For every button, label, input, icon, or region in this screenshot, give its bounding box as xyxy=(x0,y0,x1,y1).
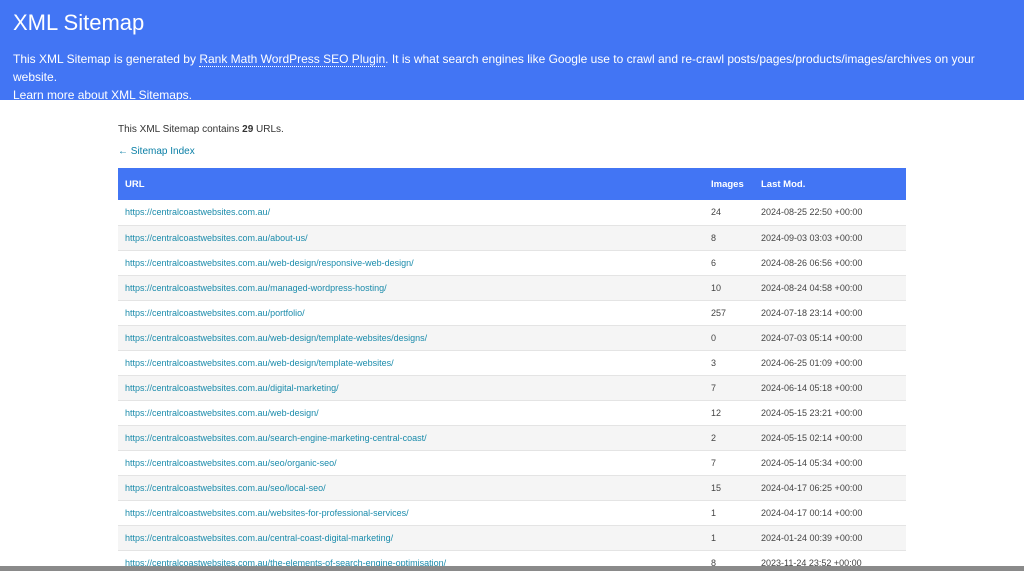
url-link[interactable]: https://centralcoastwebsites.com.au/webs… xyxy=(125,508,409,518)
lastmod-cell: 2024-05-15 23:21 +00:00 xyxy=(754,400,906,426)
table-row: https://centralcoastwebsites.com.au/web-… xyxy=(118,400,906,426)
lastmod-cell: 2024-07-18 23:14 +00:00 xyxy=(754,300,906,326)
images-cell: 7 xyxy=(704,450,754,476)
url-cell: https://centralcoastwebsites.com.au/seo/… xyxy=(118,450,704,476)
lastmod-cell: 2024-08-26 06:56 +00:00 xyxy=(754,250,906,276)
table-row: https://centralcoastwebsites.com.au/webs… xyxy=(118,500,906,526)
table-row: https://centralcoastwebsites.com.au/web-… xyxy=(118,325,906,351)
table-row: https://centralcoastwebsites.com.au/port… xyxy=(118,300,906,326)
desc-text: This XML Sitemap is generated by xyxy=(13,52,200,66)
xml-sitemaps-link[interactable]: XML Sitemaps xyxy=(111,88,189,103)
images-cell: 24 xyxy=(704,200,754,226)
images-cell: 7 xyxy=(704,375,754,401)
url-cell: https://centralcoastwebsites.com.au/web-… xyxy=(118,250,704,276)
table-row: https://centralcoastwebsites.com.au/web-… xyxy=(118,250,906,276)
images-cell: 15 xyxy=(704,475,754,501)
lastmod-cell: 2024-08-25 22:50 +00:00 xyxy=(754,200,906,226)
table-row: https://centralcoastwebsites.com.au/seo/… xyxy=(118,475,906,501)
url-link[interactable]: https://centralcoastwebsites.com.au/sear… xyxy=(125,433,427,443)
page-title: XML Sitemap xyxy=(13,10,145,35)
images-cell: 10 xyxy=(704,275,754,301)
images-cell: 6 xyxy=(704,250,754,276)
url-link[interactable]: https://centralcoastwebsites.com.au/mana… xyxy=(125,283,387,293)
url-count: 29 xyxy=(242,124,254,135)
images-cell: 3 xyxy=(704,350,754,376)
images-cell: 0 xyxy=(704,325,754,351)
url-cell: https://centralcoastwebsites.com.au/port… xyxy=(118,300,704,326)
table-row: https://centralcoastwebsites.com.au/web-… xyxy=(118,350,906,376)
images-cell: 2 xyxy=(704,425,754,451)
url-cell: https://centralcoastwebsites.com.au/cent… xyxy=(118,525,704,551)
table-row: https://centralcoastwebsites.com.au/cent… xyxy=(118,525,906,551)
table-row: https://centralcoastwebsites.com.au/digi… xyxy=(118,375,906,401)
url-link[interactable]: https://centralcoastwebsites.com.au/abou… xyxy=(125,233,308,243)
url-link[interactable]: https://centralcoastwebsites.com.au/ xyxy=(125,207,270,217)
learn-text: Learn more about xyxy=(13,88,112,102)
lastmod-cell: 2024-05-14 05:34 +00:00 xyxy=(754,450,906,476)
images-cell: 257 xyxy=(704,300,754,326)
lastmod-cell: 2024-06-14 05:18 +00:00 xyxy=(754,375,906,401)
url-link[interactable]: https://centralcoastwebsites.com.au/web-… xyxy=(125,333,427,343)
url-cell: https://centralcoastwebsites.com.au/webs… xyxy=(118,500,704,526)
lastmod-cell: 2024-07-03 05:14 +00:00 xyxy=(754,325,906,351)
lastmod-cell: 2024-08-24 04:58 +00:00 xyxy=(754,275,906,301)
url-cell: https://centralcoastwebsites.com.au/web-… xyxy=(118,350,704,376)
summary-text: URLs. xyxy=(253,124,284,135)
header-images[interactable]: Images xyxy=(704,168,754,200)
content: This XML Sitemap contains 29 URLs. ← Sit… xyxy=(118,100,906,571)
url-cell: https://centralcoastwebsites.com.au/sear… xyxy=(118,425,704,451)
header-lastmod[interactable]: Last Mod. xyxy=(754,168,906,200)
rank-math-link[interactable]: Rank Math WordPress SEO Plugin xyxy=(199,52,386,67)
header-url[interactable]: URL xyxy=(118,168,704,200)
lastmod-cell: 2024-09-03 03:03 +00:00 xyxy=(754,225,906,251)
summary-text: This XML Sitemap contains xyxy=(118,124,243,135)
page-header: XML Sitemap This XML Sitemap is generate… xyxy=(0,0,1024,103)
images-cell: 12 xyxy=(704,400,754,426)
url-cell: https://centralcoastwebsites.com.au/digi… xyxy=(118,375,704,401)
images-cell: 1 xyxy=(704,500,754,526)
url-cell: https://centralcoastwebsites.com.au/web-… xyxy=(118,325,704,351)
lastmod-cell: 2024-04-17 00:14 +00:00 xyxy=(754,500,906,526)
table-row: https://centralcoastwebsites.com.au/sear… xyxy=(118,425,906,451)
url-link[interactable]: https://centralcoastwebsites.com.au/seo/… xyxy=(125,458,337,468)
images-cell: 1 xyxy=(704,525,754,551)
url-link[interactable]: https://centralcoastwebsites.com.au/port… xyxy=(125,308,305,318)
url-link[interactable]: https://centralcoastwebsites.com.au/web-… xyxy=(125,408,319,418)
sitemap-index-link[interactable]: ← Sitemap Index xyxy=(118,146,906,157)
url-cell: https://centralcoastwebsites.com.au/mana… xyxy=(118,275,704,301)
url-link[interactable]: https://centralcoastwebsites.com.au/seo/… xyxy=(125,483,326,493)
url-link[interactable]: https://centralcoastwebsites.com.au/digi… xyxy=(125,383,339,393)
url-cell: https://centralcoastwebsites.com.au/web-… xyxy=(118,400,704,426)
url-link[interactable]: https://centralcoastwebsites.com.au/cent… xyxy=(125,533,393,543)
lastmod-cell: 2024-06-25 01:09 +00:00 xyxy=(754,350,906,376)
description: This XML Sitemap is generated by Rank Ma… xyxy=(13,50,1011,104)
table-row: https://centralcoastwebsites.com.au/seo/… xyxy=(118,450,906,476)
table-row: https://centralcoastwebsites.com.au/mana… xyxy=(118,275,906,301)
url-count-summary: This XML Sitemap contains 29 URLs. xyxy=(118,124,906,136)
sitemap-table: URL Images Last Mod. https://centralcoas… xyxy=(118,168,906,571)
url-link[interactable]: https://centralcoastwebsites.com.au/web-… xyxy=(125,258,414,268)
lastmod-cell: 2024-01-24 00:39 +00:00 xyxy=(754,525,906,551)
url-link[interactable]: https://centralcoastwebsites.com.au/web-… xyxy=(125,358,394,368)
url-cell: https://centralcoastwebsites.com.au/ xyxy=(118,200,704,226)
lastmod-cell: 2024-05-15 02:14 +00:00 xyxy=(754,425,906,451)
url-cell: https://centralcoastwebsites.com.au/abou… xyxy=(118,225,704,251)
table-row: https://centralcoastwebsites.com.au/24 20… xyxy=(118,200,906,226)
images-cell: 8 xyxy=(704,225,754,251)
learn-text: . xyxy=(188,88,192,102)
url-cell: https://centralcoastwebsites.com.au/seo/… xyxy=(118,475,704,501)
table-row: https://centralcoastwebsites.com.au/abou… xyxy=(118,225,906,251)
bottom-bar xyxy=(0,566,1024,571)
lastmod-cell: 2024-04-17 06:25 +00:00 xyxy=(754,475,906,501)
